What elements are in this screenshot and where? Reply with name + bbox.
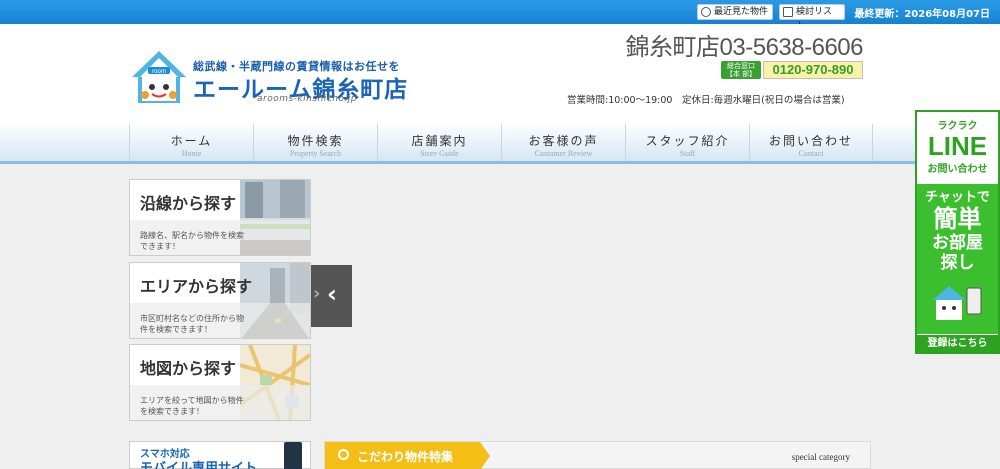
special-category-tag[interactable]: こだわり物件特集: [325, 442, 490, 469]
line-kantan: 簡単: [933, 205, 982, 233]
nav-label-en: Property Search: [289, 149, 342, 158]
nav-label-jp: スタッフ紹介: [645, 134, 730, 148]
nav-label-en: Staff: [679, 149, 696, 158]
mobile-site-banner[interactable]: スマホ対応 モバイル専用サイト: [129, 441, 311, 469]
shop-tel: 錦糸町店03-5638-6606: [625, 34, 864, 61]
chevron-left-icon: ‹: [327, 280, 337, 308]
mobile-banner-line2: モバイル専用サイト: [140, 461, 258, 469]
nav-label-en: Contact: [798, 149, 824, 158]
top-bar: 最近見た物件 検討リスト 最終更新：2026年08月07日: [0, 0, 1000, 31]
house-logo-icon[interactable]: room: [130, 49, 188, 105]
search-icon: [338, 449, 349, 460]
nav-label-jp: お問い合わせ: [768, 134, 853, 148]
line-otoiawase: お問い合わせ: [927, 164, 988, 175]
search-by-map-card[interactable]: 地図から探す エリアを絞って地図から物件を検索できます！: [129, 344, 311, 421]
global-nav: ホーム Home 物件検索 Property Search 店舗案内 Store…: [0, 124, 1000, 164]
site-header: room 総武線・半蔵門線の賃貸情報はお任せを エールーム錦糸町店 arooms…: [0, 24, 1000, 124]
line-banner-mid: チャットで 簡単 お部屋 探し: [917, 186, 998, 273]
nav-home[interactable]: ホーム Home: [129, 124, 253, 161]
nav-label-jp: 物件検索: [287, 134, 344, 148]
mascot-phone-icon: [933, 286, 982, 320]
search-area-desc: 市区町村名などの住所から物件を検索できます！: [140, 314, 244, 334]
nav-label-en: Home: [181, 149, 202, 158]
special-category-header: こだわり物件特集 special category: [324, 441, 871, 469]
free-dial-number: 0120-970-890: [763, 61, 863, 79]
consider-list-button[interactable]: 検討リスト: [779, 4, 845, 31]
nav-store-guide[interactable]: 店舗案内 Store Guide: [377, 124, 501, 161]
line-register-button[interactable]: 登録はこちら: [917, 334, 998, 352]
business-hours: 営業時間:10:00〜19:00 定休日:毎週水曜日(祝日の場合は営業): [567, 95, 845, 106]
line-contact-banner[interactable]: ラクラク LINE お問い合わせ チャットで 簡単 お部屋 探し 登録はこちら: [915, 110, 1000, 354]
line-raku: ラクラク: [937, 121, 978, 132]
search-by-line-card[interactable]: 沿線から探す 路線名、駅名から物件を検索できます！: [129, 179, 311, 256]
search-area-title: エリアから探す: [140, 277, 253, 296]
nav-label-en: Store Guide: [420, 149, 459, 158]
nav-label-en: Customer Review: [534, 149, 593, 158]
line-chat: チャットで: [925, 190, 990, 205]
slider-prev-button[interactable]: › ‹: [311, 265, 352, 327]
search-map-title: 地図から探す: [140, 359, 237, 378]
nav-label-jp: 店舗案内: [411, 134, 468, 148]
line-banner-top: ラクラク LINE お問い合わせ: [917, 112, 998, 184]
last-updated: 最終更新：2026年08月07日: [854, 9, 990, 20]
nav-contact[interactable]: お問い合わせ Contact: [749, 124, 873, 161]
nav-label-jp: ホーム: [170, 134, 213, 148]
domain-text: arooms-kinshicho.jp: [257, 94, 357, 104]
line-heya: お部屋: [932, 233, 983, 253]
smartphone-icon: [284, 442, 302, 469]
recent-viewed-button[interactable]: 最近見た物件: [697, 4, 773, 20]
chevron-small-icon: ›: [313, 283, 321, 304]
nav-label-jp: お客様の声: [528, 134, 599, 148]
special-category-label: こだわり物件特集: [357, 450, 454, 464]
free-dial-badge: 総合窓口【本 部】: [721, 61, 761, 79]
nav-property-search[interactable]: 物件検索 Property Search: [253, 124, 377, 161]
search-by-area-card[interactable]: エリアから探す 市区町村名などの住所から物件を検索できます！: [129, 262, 311, 339]
line-logo-text: LINE: [927, 131, 988, 161]
search-map-desc: エリアを絞って地図から物件を検索できます！: [140, 396, 244, 416]
search-line-title: 沿線から探す: [140, 194, 237, 213]
special-category-en: special category: [791, 452, 850, 462]
recent-viewed-label: 最近見た物件: [714, 7, 769, 17]
line-sagashi: 探し: [940, 253, 975, 273]
nav-staff[interactable]: スタッフ紹介 Staff: [625, 124, 749, 161]
logo-small-text: room: [152, 69, 166, 75]
nav-customer-review[interactable]: お客様の声 Customer Review: [501, 124, 625, 161]
search-line-desc: 路線名、駅名から物件を検索できます！: [140, 231, 244, 251]
document-icon: [783, 7, 793, 17]
clock-icon: [701, 7, 711, 17]
